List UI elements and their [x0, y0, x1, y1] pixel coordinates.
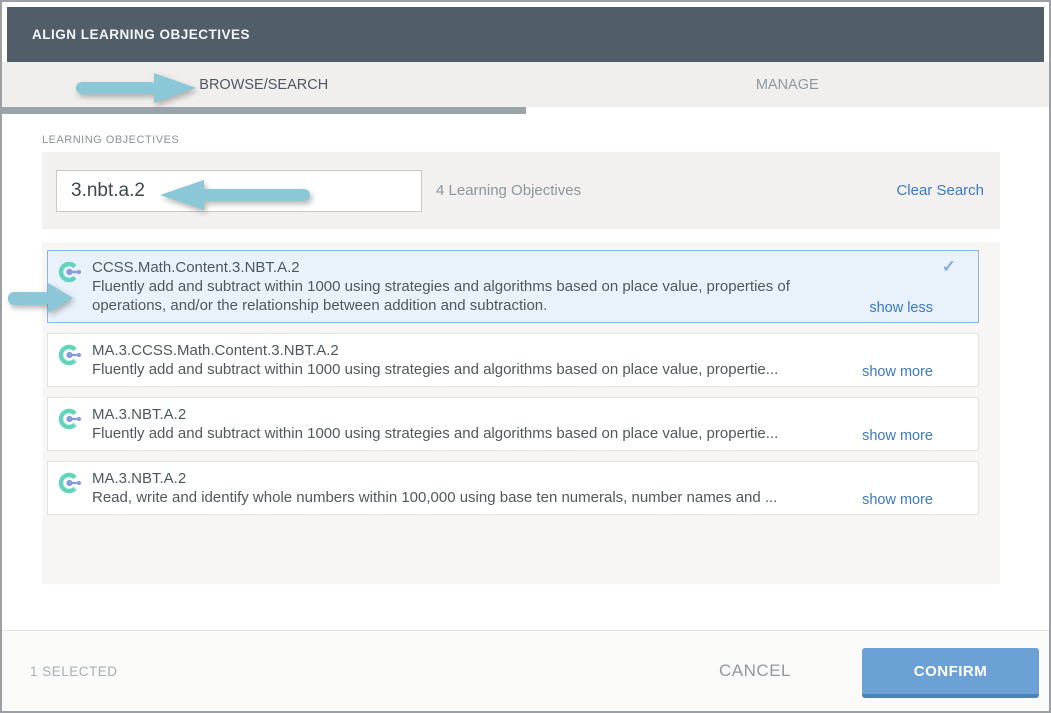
- selected-count-label: 1 SELECTED: [30, 631, 118, 711]
- objective-description: Fluently add and subtract within 1000 us…: [92, 360, 858, 379]
- active-tab-indicator: [2, 107, 526, 114]
- annotation-arrow-left-icon: [158, 178, 314, 212]
- objective-item[interactable]: CCSS.Math.Content.3.NBT.A.2 Fluently add…: [47, 250, 979, 323]
- annotation-arrow-right-icon: [72, 71, 198, 105]
- objective-code: MA.3.NBT.A.2: [92, 469, 858, 488]
- objective-code: MA.3.CCSS.Math.Content.3.NBT.A.2: [92, 341, 858, 360]
- objective-description: Fluently add and subtract within 1000 us…: [92, 424, 858, 443]
- show-more-less-link[interactable]: show more: [862, 364, 933, 380]
- tab-manage[interactable]: MANAGE: [526, 62, 1050, 107]
- learning-objectives-label: LEARNING OBJECTIVES: [42, 134, 179, 146]
- clear-search-link[interactable]: Clear Search: [896, 152, 984, 229]
- objective-description: Read, write and identify whole numbers w…: [92, 488, 858, 507]
- objective-description: Fluently add and subtract within 1000 us…: [92, 277, 858, 315]
- show-more-less-link[interactable]: show more: [862, 428, 933, 444]
- objective-code: MA.3.NBT.A.2: [92, 405, 858, 424]
- results-count: 4 Learning Objectives: [436, 152, 581, 229]
- selected-check-icon: ✓: [942, 257, 956, 277]
- objective-item[interactable]: MA.3.CCSS.Math.Content.3.NBT.A.2 Fluentl…: [47, 333, 979, 387]
- dialog-footer: 1 SELECTED CANCEL CONFIRM: [2, 630, 1049, 711]
- annotation-arrow-right-icon: [5, 279, 75, 317]
- objectives-list: CCSS.Math.Content.3.NBT.A.2 Fluently add…: [42, 242, 1000, 584]
- show-more-less-link[interactable]: show more: [862, 492, 933, 508]
- objective-code: CCSS.Math.Content.3.NBT.A.2: [92, 258, 858, 277]
- objective-target-icon: [57, 407, 83, 431]
- confirm-button[interactable]: CONFIRM: [862, 648, 1039, 698]
- dialog-title: ALIGN LEARNING OBJECTIVES: [7, 27, 250, 42]
- align-learning-objectives-dialog: ALIGN LEARNING OBJECTIVES BROWSE/SEARCH …: [0, 0, 1051, 713]
- objective-item[interactable]: MA.3.NBT.A.2 Read, write and identify wh…: [47, 461, 979, 515]
- show-more-less-link[interactable]: show less: [869, 300, 933, 316]
- cancel-button[interactable]: CANCEL: [713, 631, 797, 711]
- dialog-titlebar: ALIGN LEARNING OBJECTIVES: [7, 7, 1044, 62]
- objective-target-icon: [57, 471, 83, 495]
- objective-target-icon: [57, 343, 83, 367]
- objective-item[interactable]: MA.3.NBT.A.2 Fluently add and subtract w…: [47, 397, 979, 451]
